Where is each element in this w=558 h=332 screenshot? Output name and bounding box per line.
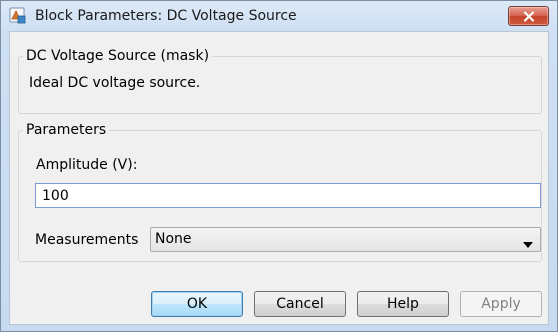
amplitude-input[interactable] — [35, 183, 541, 208]
window-title: Block Parameters: DC Voltage Source — [35, 8, 297, 24]
parameters-group: Parameters Amplitude (V): Measurements N… — [18, 122, 542, 262]
dialog-window: Block Parameters: DC Voltage Source DC V… — [0, 0, 558, 332]
measurements-label: Measurements — [35, 232, 139, 248]
parameters-group-title: Parameters — [23, 122, 110, 138]
dialog-content: DC Voltage Source (mask) Ideal DC voltag… — [9, 31, 549, 325]
description-text: Ideal DC voltage source. — [29, 75, 201, 91]
ok-button[interactable]: OK — [151, 291, 243, 317]
title-bar[interactable]: Block Parameters: DC Voltage Source — [1, 1, 557, 31]
close-icon — [523, 11, 535, 22]
amplitude-label: Amplitude (V): — [36, 157, 138, 173]
simulink-block-icon — [9, 7, 27, 25]
measurements-selected-value: None — [155, 231, 192, 247]
description-group-title: DC Voltage Source (mask) — [23, 48, 213, 64]
apply-button[interactable]: Apply — [460, 291, 542, 317]
close-button[interactable] — [508, 6, 549, 26]
cancel-button[interactable]: Cancel — [254, 291, 346, 317]
description-group: DC Voltage Source (mask) Ideal DC voltag… — [18, 48, 542, 114]
dropdown-arrow-icon — [523, 236, 533, 252]
measurements-select[interactable]: None — [150, 227, 541, 252]
help-button[interactable]: Help — [357, 291, 449, 317]
